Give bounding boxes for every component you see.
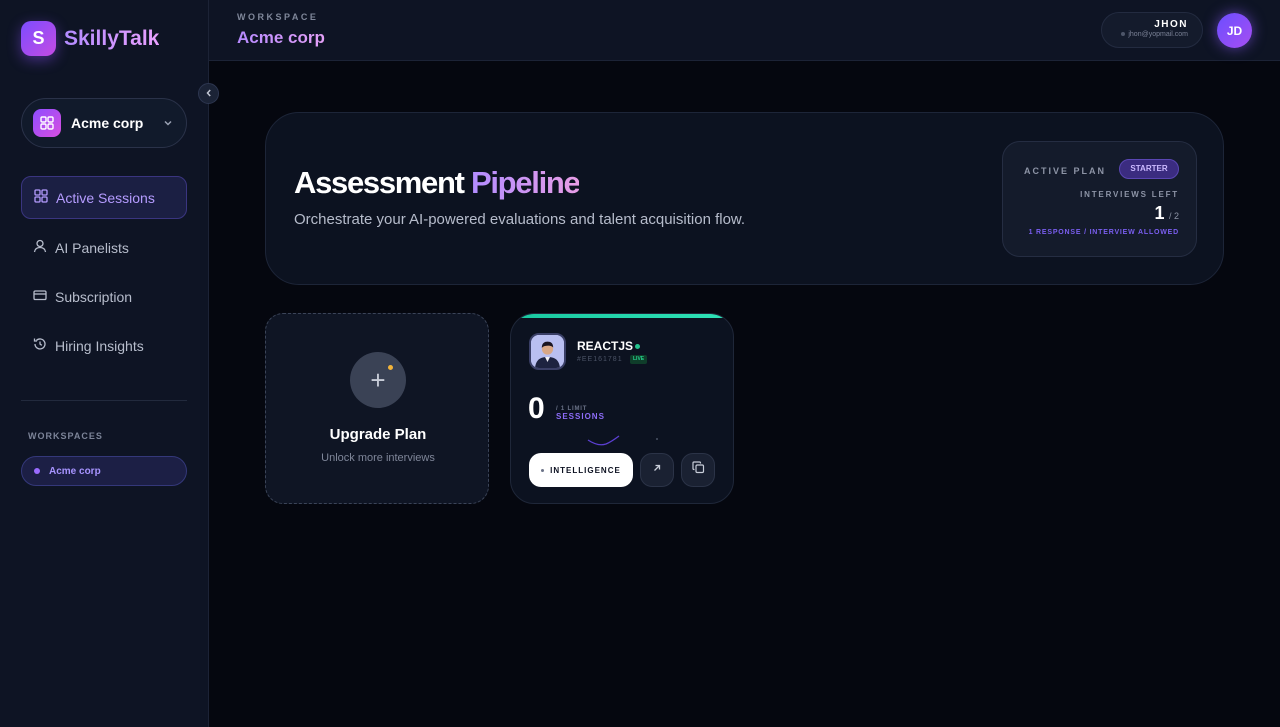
avatar[interactable]: JD	[1217, 13, 1252, 48]
nav-item-hiring-insights[interactable]: Hiring Insights	[21, 324, 187, 367]
upgrade-title: Upgrade Plan	[329, 426, 427, 443]
card-icon	[33, 288, 47, 305]
session-status-bar	[511, 314, 733, 318]
workspace-grid-icon	[33, 109, 61, 137]
nav-item-label: Subscription	[55, 288, 133, 305]
user-name: JHON	[1154, 19, 1188, 30]
collapse-sidebar-button[interactable]	[198, 83, 219, 104]
nav-item-ai-panelists[interactable]: AI Panelists	[21, 226, 187, 269]
live-badge: LIVE	[630, 355, 648, 364]
plan-note: 1 RESPONSE / INTERVIEW ALLOWED	[1028, 229, 1179, 236]
interviews-left-label: INTERVIEWS LEFT	[1080, 190, 1179, 199]
workspace-selector-label: Acme corp	[71, 115, 144, 131]
sparkline	[586, 432, 666, 455]
pipeline-hero: Assessment Pipeline Orchestrate your AI-…	[265, 112, 1224, 285]
upgrade-plan-card[interactable]: + Upgrade Plan Unlock more interviews	[265, 313, 489, 504]
intelligence-button[interactable]: INTELLIGENCE	[529, 453, 633, 487]
interviews-left-count: 1 / 2	[1155, 203, 1179, 224]
chevron-down-icon	[162, 116, 174, 134]
plan-badge: STARTER	[1119, 159, 1179, 179]
nav-item-active-sessions[interactable]: Active Sessions	[21, 176, 187, 219]
interviews-left-value: 1	[1154, 203, 1165, 223]
user-email-row: jhon@yopmail.com	[1102, 31, 1188, 38]
brand-logo[interactable]: S SkillyTalk	[21, 21, 159, 56]
workspaces-heading: WORKSPACES	[28, 431, 103, 441]
user-email: jhon@yopmail.com	[1128, 31, 1188, 38]
session-card[interactable]: REACTJS #EE161781 LIVE 0 / 1 LIMIT SESSI…	[510, 313, 734, 504]
hero-subtitle: Orchestrate your AI-powered evaluations …	[294, 211, 746, 228]
active-plan-label: ACTIVE PLAN	[1023, 166, 1106, 176]
session-count: 0	[528, 392, 545, 425]
hero-title-accent: Pipeline	[470, 165, 581, 200]
bullet-icon	[541, 468, 545, 472]
top-header: WORKSPACE Acme corp JHON jhon@yopmail.co…	[209, 0, 1280, 61]
upgrade-subtitle: Unlock more interviews	[321, 452, 435, 464]
notification-dot	[386, 363, 395, 372]
sidebar: S SkillyTalk Acme corp Active Sessions A…	[0, 0, 209, 727]
grid-icon	[34, 189, 48, 206]
workspace-item-label: Acme corp	[49, 465, 101, 477]
logo-mark: S	[21, 21, 56, 56]
workspace-item-acme-corp[interactable]: Acme corp	[21, 456, 187, 486]
header-eyebrow: WORKSPACE	[237, 12, 319, 22]
nav-item-subscription[interactable]: Subscription	[21, 275, 187, 318]
copy-icon	[691, 461, 705, 479]
workspace-dot	[34, 468, 40, 474]
user-icon	[33, 239, 47, 256]
active-plan-card: ACTIVE PLAN STARTER INTERVIEWS LEFT 1 / …	[1002, 141, 1197, 257]
hero-title: Assessment Pipeline	[294, 165, 581, 201]
nav-item-label: Hiring Insights	[55, 337, 144, 354]
interviews-total-value: / 2	[1168, 211, 1179, 221]
candidate-avatar	[529, 333, 566, 370]
page-title: Acme corp	[237, 28, 325, 47]
user-menu[interactable]: JHON jhon@yopmail.com	[1101, 12, 1203, 48]
online-status-dot	[635, 344, 640, 349]
chevron-left-icon	[204, 85, 214, 103]
sessions-label: SESSIONS	[556, 412, 605, 421]
hero-title-main: Assessment	[294, 165, 465, 200]
sidebar-divider	[21, 400, 187, 401]
plus-icon: +	[350, 352, 406, 408]
copy-link-button[interactable]	[681, 453, 715, 487]
workspace-selector[interactable]: Acme corp	[21, 98, 187, 148]
nav-item-label: Active Sessions	[56, 189, 155, 206]
nav-item-label: AI Panelists	[55, 239, 129, 256]
brand-name: SkillyTalk	[64, 26, 160, 50]
session-title: REACTJS	[577, 339, 634, 353]
session-id: #EE161781	[577, 356, 623, 363]
intelligence-label: INTELLIGENCE	[550, 465, 621, 475]
history-icon	[33, 337, 47, 354]
status-dot	[1121, 32, 1126, 37]
open-session-button[interactable]	[640, 453, 674, 487]
arrow-up-right-icon	[651, 461, 663, 479]
